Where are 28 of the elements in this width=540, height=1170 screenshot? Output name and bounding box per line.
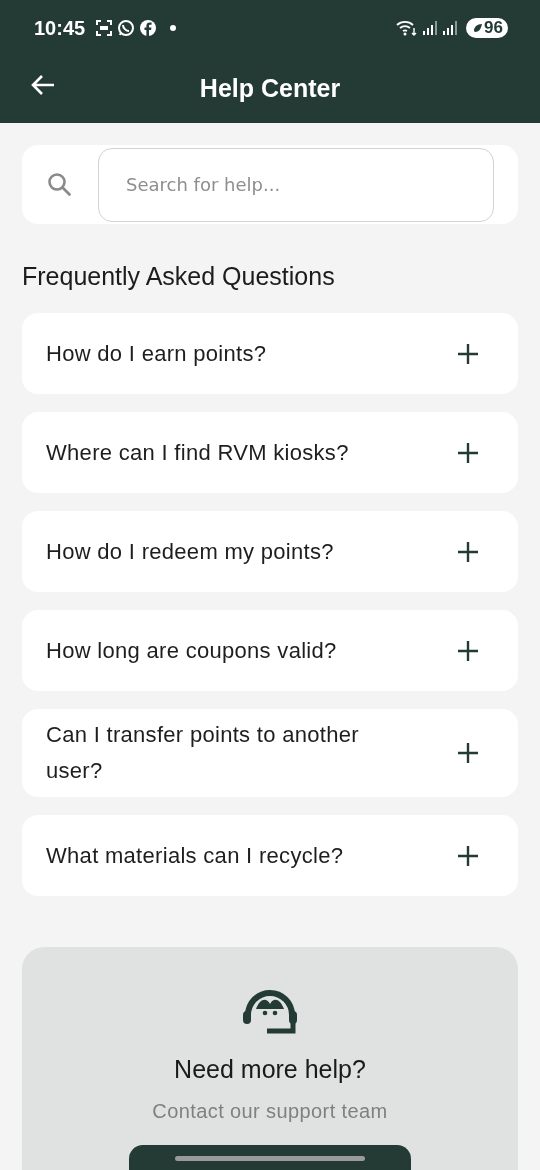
search-field[interactable]: Search for help...: [98, 147, 494, 222]
support-title: Need more help?: [174, 1055, 366, 1084]
faq-question: How do I earn points?: [46, 339, 267, 368]
faq-question: What materials can I recycle?: [46, 841, 344, 870]
screen-title: Help Center: [199, 74, 341, 103]
faq-item[interactable]: How do I redeem my points?: [22, 511, 518, 592]
faq-question: Where can I find RVM kiosks?: [46, 438, 349, 467]
leaf-icon: [471, 22, 484, 34]
signal-icon: [422, 20, 439, 36]
chat-icon: [117, 19, 136, 37]
faq-item[interactable]: Can I transfer points to another user?: [22, 709, 518, 797]
search-icon: [46, 170, 74, 199]
status-time: 10:45: [34, 16, 86, 40]
battery-indicator: 96: [466, 18, 508, 38]
faq-question: How long are coupons valid?: [46, 636, 337, 665]
faq-item[interactable]: Where can I find RVM kiosks?: [22, 412, 518, 493]
faq-question: Can I transfer points to another user?: [46, 721, 360, 785]
screenshot-icon: [95, 19, 114, 37]
notification-dot-icon: [169, 24, 178, 32]
faq-item[interactable]: What materials can I recycle?: [22, 815, 518, 896]
section-heading: Frequently Asked Questions: [22, 262, 336, 291]
signal-icon: [442, 20, 459, 36]
social-icon: [139, 19, 158, 37]
faq-item[interactable]: How do I earn points?: [22, 313, 518, 394]
faq-item[interactable]: How long are coupons valid?: [22, 610, 518, 691]
wifi-icon: [396, 19, 419, 37]
support-subtitle: Contact our support team: [152, 1100, 388, 1123]
faq-question: How do I redeem my points?: [46, 537, 334, 566]
